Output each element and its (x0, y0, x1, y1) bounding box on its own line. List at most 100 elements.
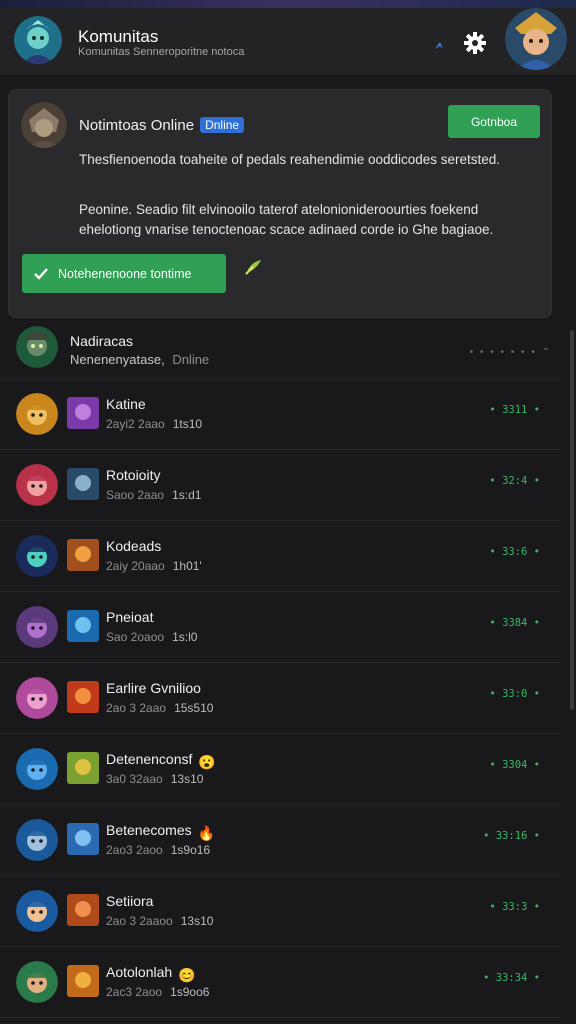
arrow-up-icon[interactable] (432, 38, 446, 52)
notice-card: Notimtoas Online Dnline Gotnboa Thesfieno… (8, 89, 552, 318)
reaction-emoji-icon: 😊 (178, 967, 196, 983)
member-name: Pneioat (106, 609, 153, 625)
member-date: Saoo 2aao (106, 488, 165, 502)
online-member-row[interactable]: Nadiracas Nenenenyatase, Dnline • • • • … (0, 318, 560, 380)
member-avatar (16, 961, 58, 1003)
member-meta: 3a0 32aao 13s10 (106, 772, 203, 786)
member-score: • 33:3 • (489, 901, 540, 913)
member-number: 1ts10 (172, 417, 203, 431)
member-name: Detenenconsf 😮 (106, 751, 216, 772)
notice-paragraph-2: Peonine. Seadio filt elvinooilo taterof … (79, 202, 494, 237)
leaf-sparkle-icon[interactable] (243, 256, 265, 278)
member-name-text: Katine (106, 396, 146, 412)
member-name: Nadiracas (70, 333, 134, 349)
member-date: Sao 2oaoo (106, 630, 165, 644)
member-row[interactable]: Betenecomes 🔥 2ao3 2aoo 1s9o16 • 33:16 • (0, 806, 560, 876)
member-name-text: Pneioat (106, 609, 154, 625)
champion-portrait-icon (67, 468, 99, 500)
notice-title-text: Notimtoas Online (79, 117, 195, 134)
scrollbar[interactable] (570, 330, 574, 710)
member-score: • 33:16 • (483, 830, 540, 842)
member-score: • 3311 • (489, 404, 540, 416)
member-avatar (16, 606, 58, 648)
member-name-text: Aotolonlah (106, 964, 173, 980)
member-row[interactable]: Kodeads 2aiy 20aao 1h01' • 33:6 • (0, 522, 560, 592)
app-title: Komunitas (78, 27, 159, 46)
member-name-text: Earlire Gvnilioo (106, 680, 201, 696)
member-row[interactable]: Pneioat Sao 2oaoo 1s:l0 • 3384 • (0, 593, 560, 663)
notice-top-button[interactable]: Gotnboa (448, 105, 540, 138)
hero-avatar-icon (16, 677, 58, 719)
member-number: 1s:l0 (172, 630, 198, 644)
hero-avatar-icon (16, 890, 58, 932)
champion-portrait-icon (67, 539, 99, 571)
member-meta: 2ac3 2aoo 1s9oo6 (106, 985, 209, 999)
member-name-text: Betenecomes (106, 822, 192, 838)
member-name: Setiiora (106, 893, 153, 909)
top-banner-strip (0, 0, 576, 8)
member-row[interactable]: Earlire Gvnilioo 2ao 3 2aao 15s510 • 33:0 • (0, 664, 560, 734)
app-subtitle: Komunitas Senneroporitne notoca (78, 46, 245, 58)
notice-avatar (21, 102, 67, 148)
member-row[interactable]: Katine 2ayi2 2aao 1ts10 • 3311 • (0, 380, 560, 450)
member-date: 2ao3 2aoo (106, 843, 163, 857)
green-hero-avatar-icon (16, 326, 58, 368)
member-avatar (16, 890, 58, 932)
hero-avatar-icon (16, 464, 58, 506)
member-avatar (16, 748, 58, 790)
member-name: Rotoioity (106, 467, 160, 483)
app-avatar[interactable] (14, 16, 62, 64)
member-name: Katine (106, 396, 146, 412)
member-row[interactable]: Detenenconsf 😮 3a0 32aao 13s10 • 3304 • (0, 735, 560, 805)
reaction-emoji-icon: 😮 (198, 754, 216, 770)
member-badge-image (67, 894, 99, 926)
gear-icon[interactable] (462, 30, 488, 56)
member-avatar (16, 464, 58, 506)
champion-portrait-icon (67, 823, 99, 855)
hero-avatar-icon (16, 606, 58, 648)
member-badge-image (67, 965, 99, 997)
notice-action-label: Notehenenoone tontime (58, 266, 192, 281)
member-number: 1s:d1 (172, 488, 202, 502)
member-name: Kodeads (106, 538, 161, 554)
champion-portrait-icon (67, 681, 99, 713)
member-meta: 2ao 3 2aaoo 13s10 (106, 914, 213, 928)
member-number: 1s9oo6 (170, 985, 210, 999)
member-name-text: Kodeads (106, 538, 162, 554)
member-score: • 32:4 • (489, 475, 540, 487)
member-date: 2ao 3 2aao (106, 701, 167, 715)
member-number: 1h01' (172, 559, 202, 573)
member-meta: 2ao3 2aoo 1s9o16 (106, 843, 210, 857)
member-row[interactable]: Setiiora 2ao 3 2aaoo 13s10 • 33:3 • (0, 877, 560, 947)
member-avatar (16, 677, 58, 719)
hero-avatar-icon (16, 393, 58, 435)
notice-paragraph-1: Thesfienoenoda toaheite of pedals reahen… (79, 152, 501, 167)
hero-avatar-icon (16, 819, 58, 861)
profile-avatar[interactable] (505, 8, 567, 70)
member-date: 2ac3 2aoo (106, 985, 163, 999)
reaction-emoji-icon: 🔥 (197, 825, 216, 841)
member-row[interactable]: Rotoioity Saoo 2aao 1s:d1 • 32:4 • (0, 451, 560, 521)
hero-avatar-icon (16, 535, 58, 577)
more-dots[interactable]: • • • • • • • ⌃ (470, 347, 552, 358)
notice-action-button[interactable]: Notehenenoone tontime (22, 254, 226, 293)
member-meta: Saoo 2aao 1s:d1 (106, 488, 201, 502)
champion-portrait-icon (67, 610, 99, 642)
profile-avatar-icon (505, 8, 567, 70)
online-badge: Dnline (200, 117, 245, 133)
member-status: Dnline (172, 352, 210, 367)
member-name-text: Setiiora (106, 893, 154, 909)
member-row[interactable]: Aotolonlah 😊 2ac3 2aoo 1s9oo6 • 33:34 • (0, 948, 560, 1018)
member-number: 13s10 (180, 914, 214, 928)
member-badge-image (67, 397, 99, 429)
member-name-text: Detenenconsf (106, 751, 193, 767)
hero-avatar-icon (16, 961, 58, 1003)
member-score: • 33:0 • (489, 688, 540, 700)
member-score: • 33:34 • (483, 972, 540, 984)
member-meta: 2ao 3 2aao 15s510 (106, 701, 213, 715)
member-badge-image (67, 752, 99, 784)
member-score: • 3384 • (489, 617, 540, 629)
member-name: Aotolonlah 😊 (106, 964, 196, 985)
member-name: Betenecomes 🔥 (106, 822, 216, 843)
member-date: 2ao 3 2aaoo (106, 914, 173, 928)
